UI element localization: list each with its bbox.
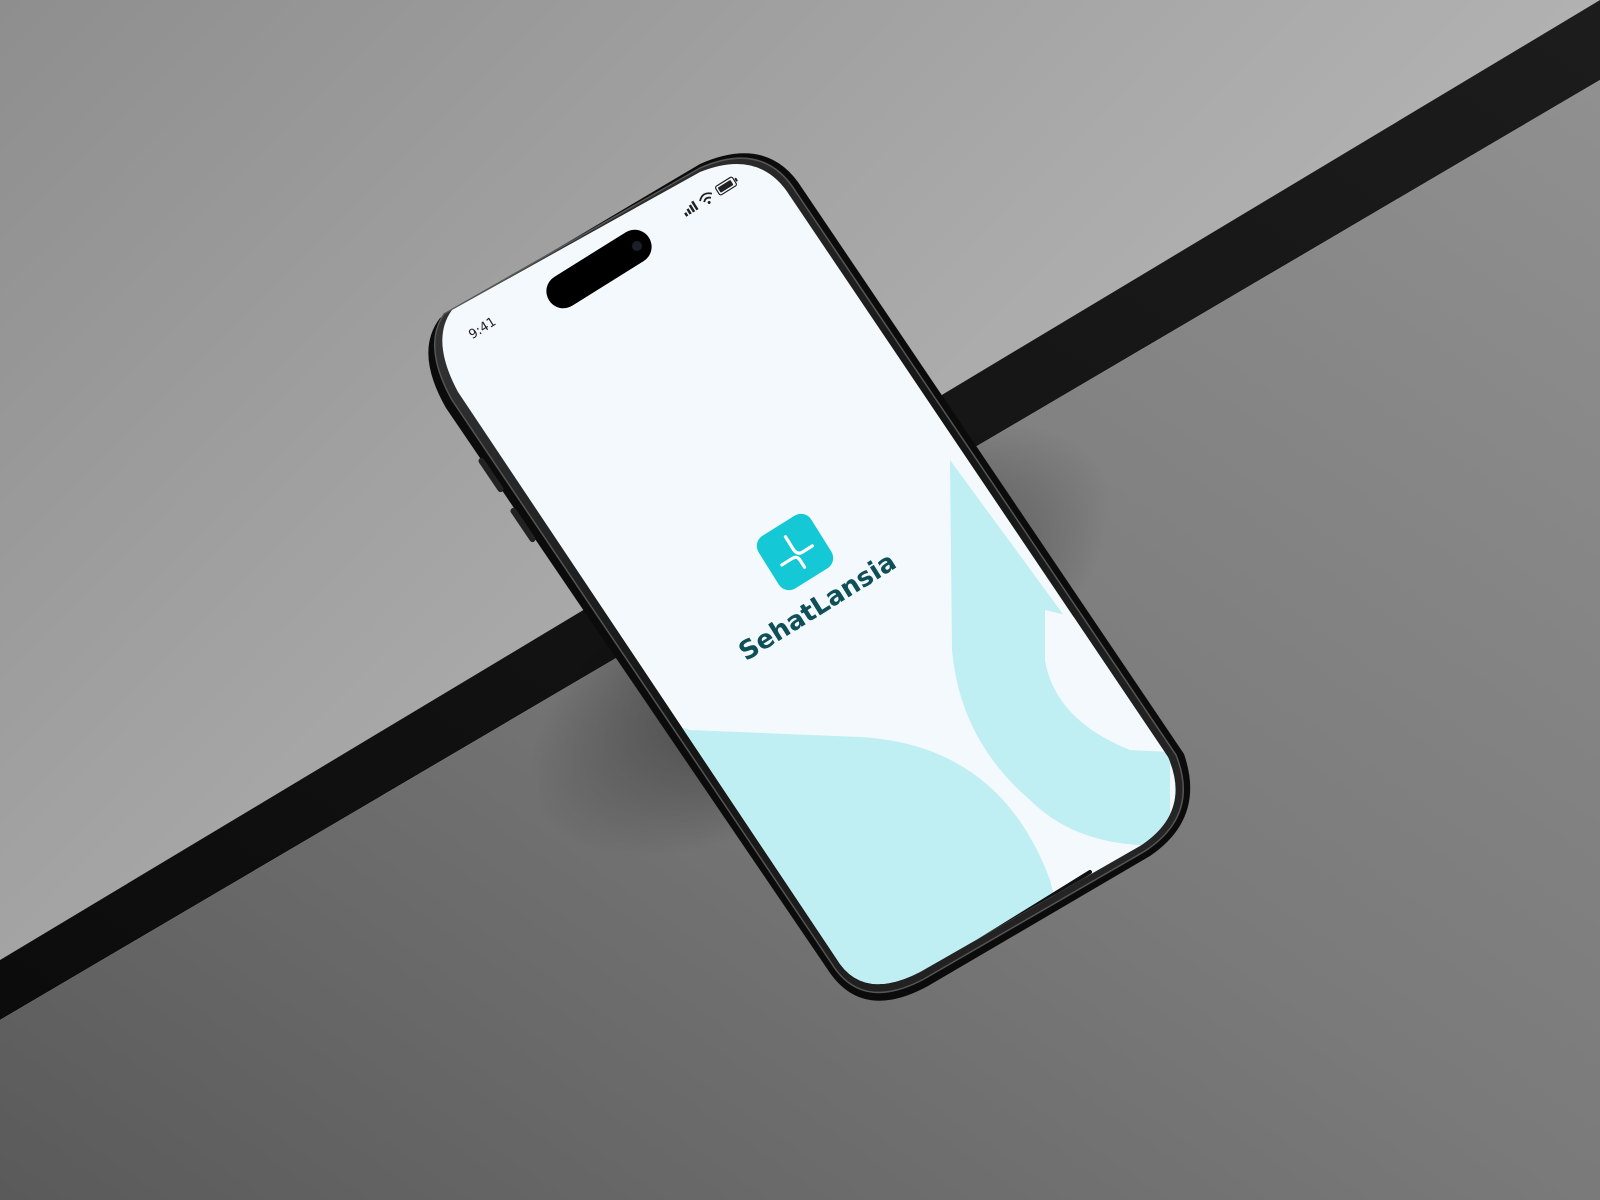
phone-screen: 9:41 SehatLansia	[442, 164, 1176, 985]
front-camera	[632, 241, 642, 251]
product-mockup-scene: 9:41 SehatLansia	[0, 0, 1600, 1200]
smartphone-mockup: 9:41 SehatLansia	[428, 153, 1191, 1001]
